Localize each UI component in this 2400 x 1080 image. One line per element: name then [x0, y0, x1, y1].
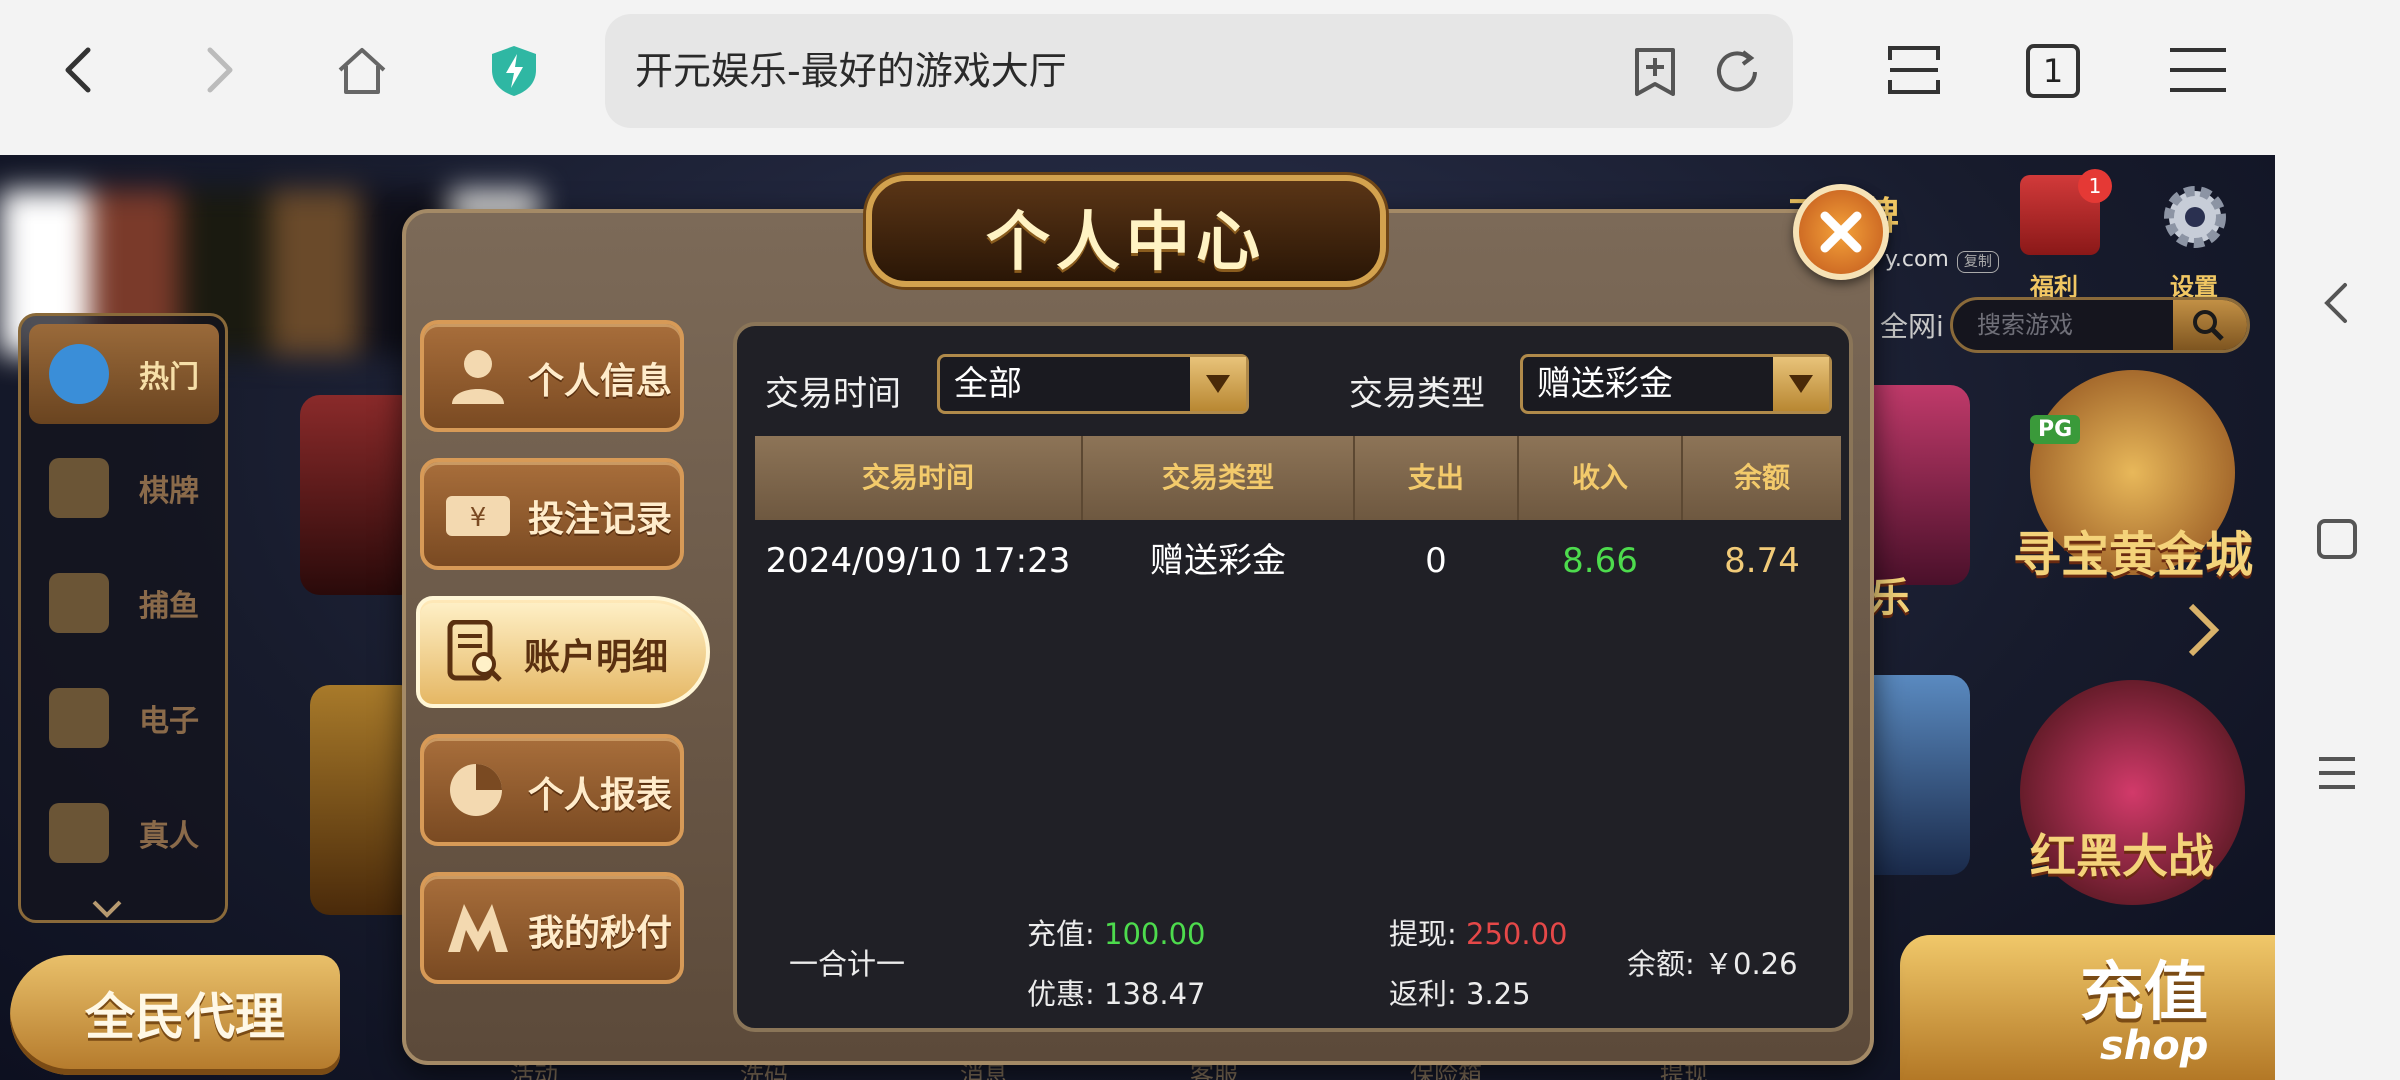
category-slots[interactable]: 电子	[29, 668, 219, 768]
tab-switcher-button[interactable]: 1	[2026, 44, 2080, 98]
modal-title: 个人中心	[986, 206, 1266, 280]
browser-toolbar: 开元娱乐-最好的游戏大厅 1	[0, 0, 2400, 155]
reader-mode-icon[interactable]	[1874, 30, 1954, 110]
copy-button[interactable]: 复制	[1956, 251, 1999, 273]
agent-program-button[interactable]: 全民代理	[10, 955, 340, 1075]
col-time: 交易时间	[861, 461, 974, 494]
m-logo-icon	[448, 904, 508, 952]
withdraw-summary: 提现: 250.00	[1389, 917, 1568, 951]
next-page-chevron-icon[interactable]	[2185, 600, 2221, 660]
fish-icon	[49, 573, 109, 633]
scroll-down-chevron-icon[interactable]	[92, 900, 122, 918]
balance-summary: 余额: ￥0.26	[1627, 947, 1798, 981]
side-home-icon[interactable]	[2305, 507, 2369, 571]
type-filter-select[interactable]: 赠送彩金	[1520, 354, 1832, 414]
menu-bet-records[interactable]: ¥ 投注记录	[420, 458, 684, 570]
category-fishing[interactable]: 捕鱼	[29, 553, 219, 653]
reload-icon[interactable]	[1709, 44, 1765, 100]
hot-icon	[49, 344, 109, 404]
total-label: 一合计一	[789, 947, 906, 981]
discount-summary: 优惠: 138.47	[1027, 977, 1206, 1011]
cash-icon: ¥	[446, 496, 510, 536]
dropdown-arrow-icon	[1190, 357, 1246, 411]
search-icon	[2193, 310, 2224, 341]
close-icon	[1820, 211, 1862, 253]
address-bar[interactable]: 开元娱乐-最好的游戏大厅	[605, 14, 1793, 128]
slot-icon	[49, 688, 109, 748]
forward-icon[interactable]	[178, 30, 258, 110]
col-balance: 余额	[1733, 461, 1790, 494]
side-menu-icon[interactable]	[2305, 741, 2369, 805]
statement-icon	[447, 620, 502, 682]
back-icon[interactable]	[40, 30, 120, 110]
menu-instant-pay[interactable]: 我的秒付	[420, 872, 684, 984]
cell-expense: 0	[1425, 541, 1447, 581]
menu-icon[interactable]	[2158, 30, 2238, 110]
brand-url: y.com 复制	[1885, 247, 1999, 273]
search-partial-label: 全网i	[1880, 310, 1944, 343]
category-hot[interactable]: 热门	[29, 324, 219, 424]
svg-text:¥: ¥	[470, 503, 487, 533]
table-header: 交易时间 交易类型 支出 收入 余额	[755, 436, 1841, 520]
menu-account-details[interactable]: 账户明细	[416, 596, 710, 708]
user-icon	[452, 350, 504, 404]
add-bookmark-icon[interactable]	[1627, 44, 1683, 100]
cell-balance: 8.74	[1724, 541, 1800, 581]
person-icon	[49, 803, 109, 863]
type-filter-label: 交易类型	[1349, 374, 1485, 414]
account-details-panel: 交易时间 全部 交易类型 赠送彩金 交易时间 交易类型 支出 收入 余额 202…	[733, 322, 1853, 1032]
home-icon[interactable]	[322, 30, 402, 110]
menu-personal-info[interactable]: 个人信息	[420, 320, 684, 432]
settings-gear-icon[interactable]	[2155, 177, 2235, 257]
category-live[interactable]: 真人	[29, 783, 219, 883]
security-shield-icon[interactable]	[474, 30, 554, 110]
recharge-summary: 充值: 100.00	[1027, 917, 1206, 951]
category-sidebar: 热门 棋牌 捕鱼 电子 真人	[18, 313, 228, 923]
dropdown-arrow-icon	[1773, 357, 1829, 411]
game-search-input[interactable]: 搜索游戏	[1950, 297, 2250, 353]
side-back-icon[interactable]	[2305, 271, 2369, 335]
welfare-badge: 1	[2078, 169, 2112, 203]
rebate-summary: 返利: 3.25	[1389, 977, 1531, 1011]
time-filter-select[interactable]: 全部	[937, 354, 1249, 414]
close-button[interactable]	[1793, 184, 1889, 280]
category-cards[interactable]: 棋牌	[29, 438, 219, 538]
col-expense: 支出	[1407, 461, 1464, 494]
cell-time: 2024/09/10 17:23	[765, 541, 1071, 581]
recharge-shop-button[interactable]: 充值 shop	[1900, 935, 2275, 1080]
time-filter-label: 交易时间	[765, 374, 901, 414]
cell-income: 8.66	[1562, 541, 1638, 581]
pie-chart-icon	[450, 764, 502, 816]
menu-personal-report[interactable]: 个人报表	[420, 734, 684, 846]
side-navigation-bar	[2275, 155, 2400, 1080]
col-type: 交易类型	[1161, 461, 1274, 494]
cards-icon	[49, 458, 109, 518]
cell-type: 赠送彩金	[1150, 541, 1286, 581]
col-income: 收入	[1571, 461, 1628, 494]
search-button[interactable]	[2173, 300, 2247, 350]
modal-title-plaque: 个人中心	[866, 175, 1386, 287]
page-title: 开元娱乐-最好的游戏大厅	[635, 49, 1067, 93]
